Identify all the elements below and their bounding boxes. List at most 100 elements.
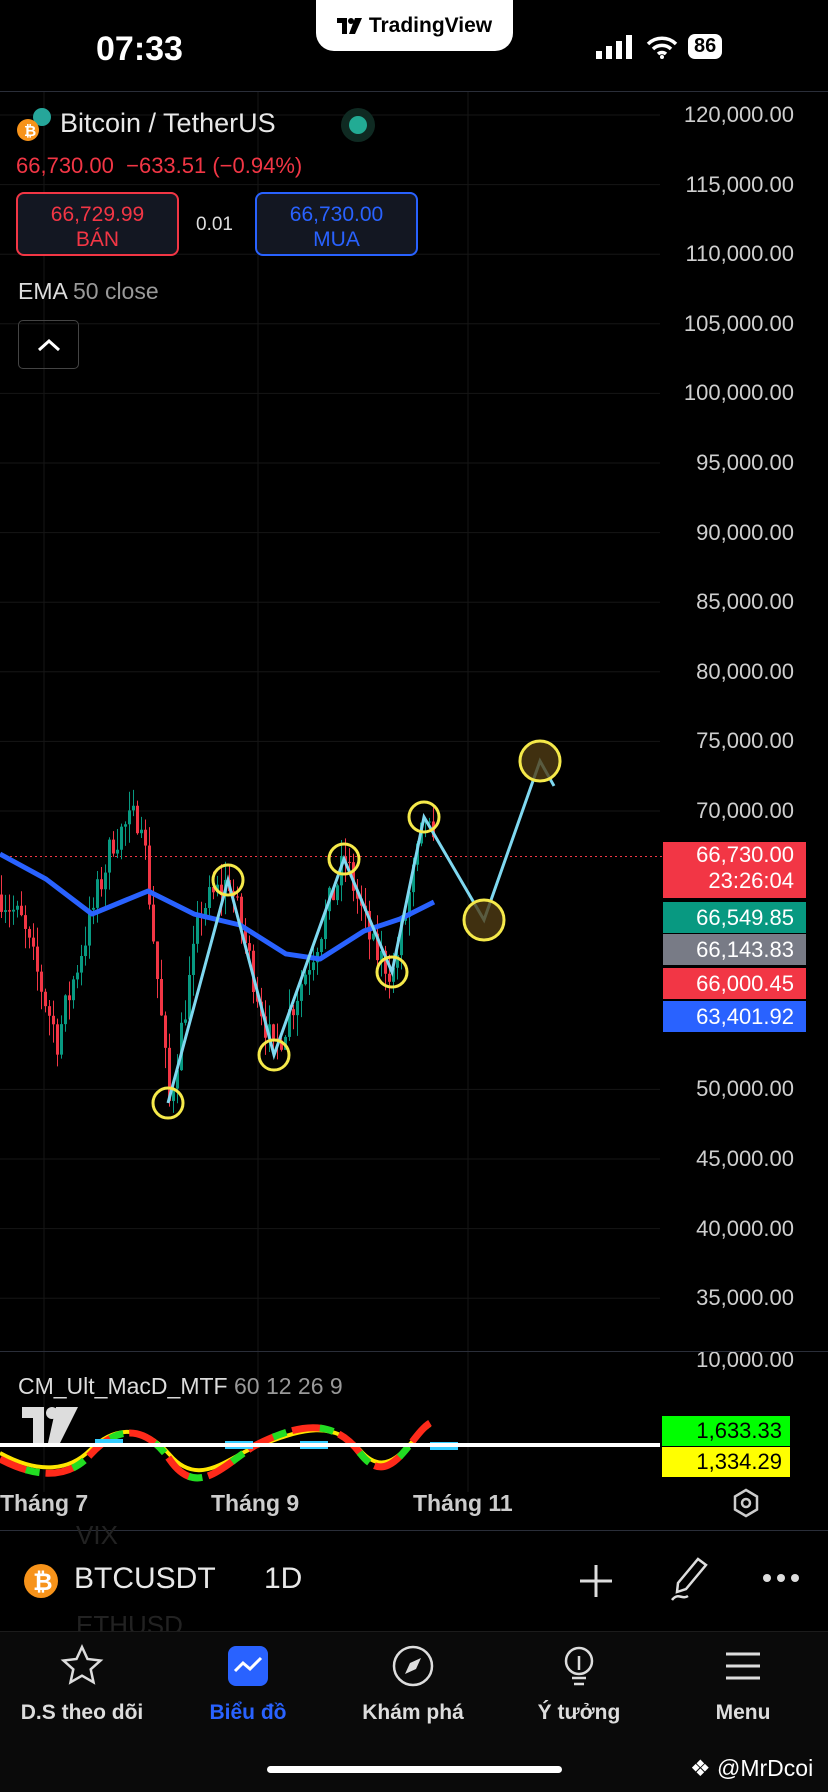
macd-value-1: 1,633.33 — [662, 1416, 790, 1446]
sell-price: 66,729.99 — [50, 203, 145, 226]
candle — [28, 928, 31, 938]
candle — [388, 973, 391, 982]
candle — [68, 995, 71, 1001]
price-axis-label: 40,000.00 — [696, 1215, 794, 1241]
collapse-legend-button[interactable] — [18, 320, 79, 369]
bitcoin-icon: ₿ — [24, 1564, 58, 1598]
price-axis-label: 85,000.00 — [696, 589, 794, 615]
buy-price: 66,730.00 — [289, 203, 384, 226]
price-axis-label: 105,000.00 — [683, 310, 794, 336]
menu-icon — [726, 1652, 760, 1680]
candle — [64, 995, 67, 1025]
candle — [192, 943, 195, 975]
compass-icon — [392, 1645, 434, 1687]
candle — [124, 824, 127, 827]
ema-name: EMA — [18, 278, 67, 304]
pencil-icon[interactable] — [668, 1556, 710, 1602]
candle — [12, 909, 15, 912]
candle — [52, 1015, 55, 1025]
price-axis-label: 80,000.00 — [696, 658, 794, 684]
nav-label: Biểu đồ — [209, 1701, 287, 1724]
candle — [308, 970, 311, 975]
chart-settings-icon[interactable] — [731, 1488, 761, 1518]
price-axis-label: 95,000.00 — [696, 450, 794, 475]
buy-button[interactable]: 66,730.00 MUA — [255, 192, 418, 256]
price-axis-label: 75,000.00 — [696, 728, 794, 754]
candle — [292, 1009, 295, 1016]
more-icon[interactable] — [762, 1572, 800, 1584]
nav-menu[interactable]: Menu — [668, 1644, 818, 1725]
candle — [160, 979, 163, 1016]
candle — [236, 896, 239, 898]
spread: 0.01 — [196, 214, 233, 235]
nav-watchlist[interactable]: D.S theo dõi — [7, 1643, 157, 1725]
nav-label: D.S theo dõi — [20, 1701, 144, 1724]
candle — [296, 1000, 299, 1016]
price-tag-value: 66,000.45 — [696, 971, 794, 996]
buy-label: MUA — [313, 228, 360, 251]
interval-button[interactable]: 1D — [264, 1562, 302, 1596]
status-icons: 86 — [596, 34, 723, 59]
candle — [100, 879, 103, 890]
time-label: Tháng 9 — [211, 1490, 300, 1516]
price-tag: 63,401.92 — [663, 1001, 806, 1032]
svg-text:₿: ₿ — [24, 123, 36, 140]
nav-explore[interactable]: Khám phá — [338, 1644, 488, 1725]
market-open-icon — [341, 108, 375, 142]
price-axis-label: 90,000.00 — [696, 519, 794, 545]
plus-icon[interactable] — [578, 1563, 614, 1599]
macd-params: 60 12 26 9 — [233, 1373, 343, 1399]
candle — [184, 1019, 187, 1023]
price-axis-label: 45,000.00 — [696, 1146, 794, 1171]
candle — [44, 991, 47, 1007]
price-change: −633.51 (−0.94%) — [126, 153, 303, 178]
chart-icon — [228, 1646, 268, 1686]
watermark-icon: ❖ — [690, 1755, 718, 1781]
macd-name: CM_Ult_MacD_MTF — [18, 1373, 228, 1399]
home-indicator[interactable] — [267, 1766, 562, 1773]
nav-ideas[interactable]: Ý tưởng — [504, 1644, 654, 1725]
nav-label: Ý tưởng — [537, 1701, 621, 1724]
ghost-list-item: VIX — [76, 1520, 118, 1550]
symbol-button[interactable]: BTCUSDT — [74, 1562, 216, 1596]
price-tag-value: 66,730.00 — [696, 842, 794, 867]
svg-text:₿: ₿ — [33, 1569, 53, 1596]
candle — [108, 839, 111, 873]
candle — [56, 1024, 59, 1055]
candle — [96, 879, 99, 908]
price-axis-label: 120,000.00 — [683, 102, 794, 127]
tradingview-pill[interactable]: TradingView — [316, 0, 513, 51]
price-tag: 66,730.00 23:26:04 — [663, 842, 806, 898]
pane-divider[interactable] — [0, 1351, 828, 1352]
candle — [84, 945, 87, 957]
watermark-text: @MrDcoi — [717, 1755, 814, 1781]
signal-icon — [596, 34, 632, 59]
price-tag: 66,143.83 — [663, 934, 806, 965]
candle — [164, 1015, 167, 1048]
nav-chart[interactable]: Biểu đồ — [173, 1644, 323, 1725]
candle — [132, 805, 135, 811]
ema-legend[interactable]: EMA 50 close — [18, 278, 159, 305]
symbol-title: Bitcoin / TetherUS — [60, 108, 276, 138]
candle — [92, 907, 95, 910]
price-axis-label: 70,000.00 — [696, 798, 794, 823]
price-tag: 66,000.45 — [663, 968, 806, 999]
candle — [76, 972, 79, 980]
sell-button[interactable]: 66,729.99 BÁN — [16, 192, 179, 256]
macd-legend[interactable]: CM_Ult_MacD_MTF 60 12 26 9 — [18, 1373, 343, 1400]
candle — [4, 910, 7, 912]
price-tag-value: 63,401.92 — [696, 1004, 794, 1029]
candle — [72, 979, 75, 1001]
price-axis-label: 110,000.00 — [685, 241, 794, 267]
candle — [320, 939, 323, 953]
candle — [0, 894, 3, 912]
candle — [32, 937, 35, 947]
price-axis-label: 35,000.00 — [696, 1285, 794, 1311]
candle — [272, 1024, 275, 1039]
candle — [120, 826, 123, 850]
candle — [136, 805, 139, 834]
time-label: Tháng 11 — [413, 1490, 513, 1516]
candle — [304, 974, 307, 985]
pivot-circle — [462, 898, 506, 942]
candle — [148, 845, 151, 905]
